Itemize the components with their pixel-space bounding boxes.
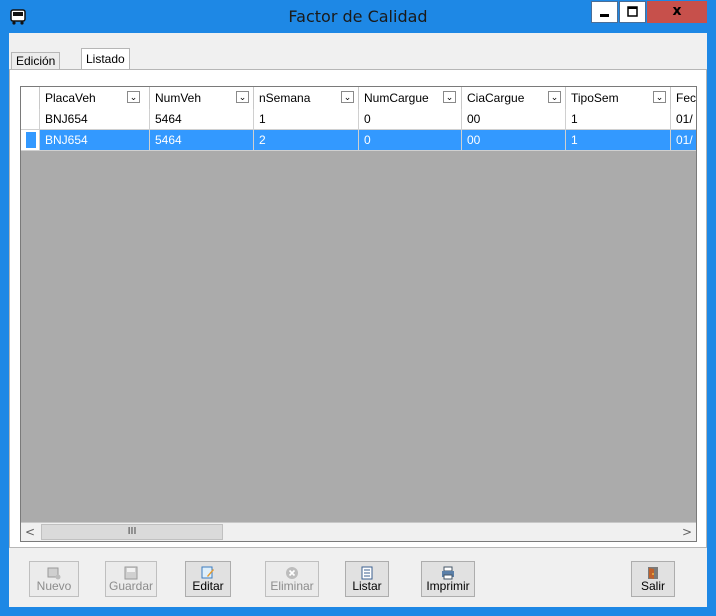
button-label: Guardar (108, 579, 154, 593)
bottom-toolbar: Nuevo Guardar Editar Eliminar Listar Imp… (9, 551, 707, 607)
chevron-down-icon[interactable]: ⌄ (653, 91, 666, 103)
column-label: NumCargue (364, 91, 429, 105)
cell-tiposem[interactable]: 1 (566, 109, 671, 130)
column-label: PlacaVeh (45, 91, 96, 105)
cell-numcargue[interactable]: 0 (359, 130, 462, 151)
scroll-thumb[interactable]: III (41, 524, 223, 540)
chevron-down-icon[interactable]: ⌄ (236, 91, 249, 103)
data-grid[interactable]: PlacaVeh ⌄ NumVeh ⌄ nSemana ⌄ NumCargue ⌄ Ci… (20, 86, 697, 542)
edit-icon (201, 566, 214, 579)
column-header-numveh[interactable]: NumVeh ⌄ (150, 87, 254, 109)
cell-ciacargue[interactable]: 00 (462, 130, 566, 151)
cell-nsemana[interactable]: 2 (254, 130, 359, 151)
cell-numveh[interactable]: 5464 (150, 109, 254, 130)
cell-ciacargue[interactable]: 00 (462, 109, 566, 130)
tab-listado[interactable]: Listado (81, 48, 130, 71)
scroll-left-icon[interactable]: < (21, 523, 39, 541)
client-area: Edición Listado PlacaVeh ⌄ NumVeh ⌄ nSeman… (9, 33, 707, 607)
column-label: CiaCargue (467, 91, 525, 105)
grid-header: PlacaVeh ⌄ NumVeh ⌄ nSemana ⌄ NumCargue ⌄ Ci… (21, 87, 697, 110)
new-record-icon (47, 567, 61, 580)
cell-nsemana[interactable]: 1 (254, 109, 359, 130)
tab-edicion[interactable]: Edición (11, 52, 61, 70)
minimize-button[interactable] (591, 1, 618, 23)
horizontal-scrollbar[interactable]: < III > (21, 522, 696, 541)
column-label: nSemana (259, 91, 311, 105)
close-button[interactable]: x (647, 1, 707, 23)
chevron-down-icon[interactable]: ⌄ (548, 91, 561, 103)
cell-tiposem[interactable]: 1 (566, 130, 671, 151)
column-label: Fec (676, 91, 697, 105)
tab-strip: Edición Listado (9, 48, 707, 71)
exit-door-icon (648, 567, 658, 579)
table-row-selected[interactable]: BNJ654 5464 2 0 00 1 01/ (21, 130, 696, 151)
chevron-down-icon[interactable]: ⌄ (341, 91, 354, 103)
scroll-right-icon[interactable]: > (678, 523, 696, 541)
column-header-numcargue[interactable]: NumCargue ⌄ (359, 87, 462, 109)
button-label: Salir (640, 579, 665, 593)
printer-icon (442, 566, 454, 580)
button-label: Nuevo (36, 579, 72, 593)
column-header-placaveh[interactable]: PlacaVeh ⌄ (40, 87, 150, 109)
maximize-icon (627, 6, 638, 17)
close-icon: x (672, 3, 682, 19)
cell-fec[interactable]: 01/ (671, 109, 696, 130)
row-indicator-header (21, 87, 40, 109)
button-label: Editar (192, 579, 224, 593)
column-header-tiposem[interactable]: TipoSem ⌄ (566, 87, 671, 109)
row-indicator[interactable] (21, 130, 40, 151)
cell-numveh[interactable]: 5464 (150, 130, 254, 151)
column-label: NumVeh (155, 91, 202, 105)
table-row[interactable]: BNJ654 5464 1 0 00 1 01/ (21, 109, 696, 130)
eliminar-button[interactable]: Eliminar (265, 561, 319, 597)
listar-button[interactable]: Listar (345, 561, 389, 597)
cell-placaveh[interactable]: BNJ654 (40, 109, 150, 130)
delete-icon (286, 567, 298, 579)
imprimir-button[interactable]: Imprimir (421, 561, 475, 597)
column-header-fec[interactable]: Fec (671, 87, 697, 109)
chevron-down-icon[interactable]: ⌄ (127, 91, 140, 103)
column-header-nsemana[interactable]: nSemana ⌄ (254, 87, 359, 109)
button-label: Eliminar (270, 579, 314, 593)
salir-button[interactable]: Salir (631, 561, 675, 597)
maximize-button[interactable] (619, 1, 646, 23)
nuevo-button[interactable]: Nuevo (29, 561, 79, 597)
guardar-button[interactable]: Guardar (105, 561, 157, 597)
app-window: Factor de Calidad x Edición Listado Plac… (0, 0, 716, 616)
cell-numcargue[interactable]: 0 (359, 109, 462, 130)
cell-fec[interactable]: 01/ (671, 130, 696, 151)
column-label: TipoSem (571, 91, 619, 105)
button-label: Listar (352, 579, 382, 593)
chevron-down-icon[interactable]: ⌄ (443, 91, 456, 103)
list-icon (361, 566, 373, 580)
row-indicator[interactable] (21, 109, 40, 130)
title-bar[interactable]: Factor de Calidad x (1, 1, 715, 33)
save-icon (124, 566, 138, 580)
editar-button[interactable]: Editar (185, 561, 231, 597)
minimize-icon (600, 14, 609, 17)
cell-placaveh[interactable]: BNJ654 (40, 130, 150, 151)
button-label: Imprimir (426, 579, 470, 593)
column-header-ciacargue[interactable]: CiaCargue ⌄ (462, 87, 566, 109)
listado-panel: PlacaVeh ⌄ NumVeh ⌄ nSemana ⌄ NumCargue ⌄ Ci… (9, 69, 707, 548)
